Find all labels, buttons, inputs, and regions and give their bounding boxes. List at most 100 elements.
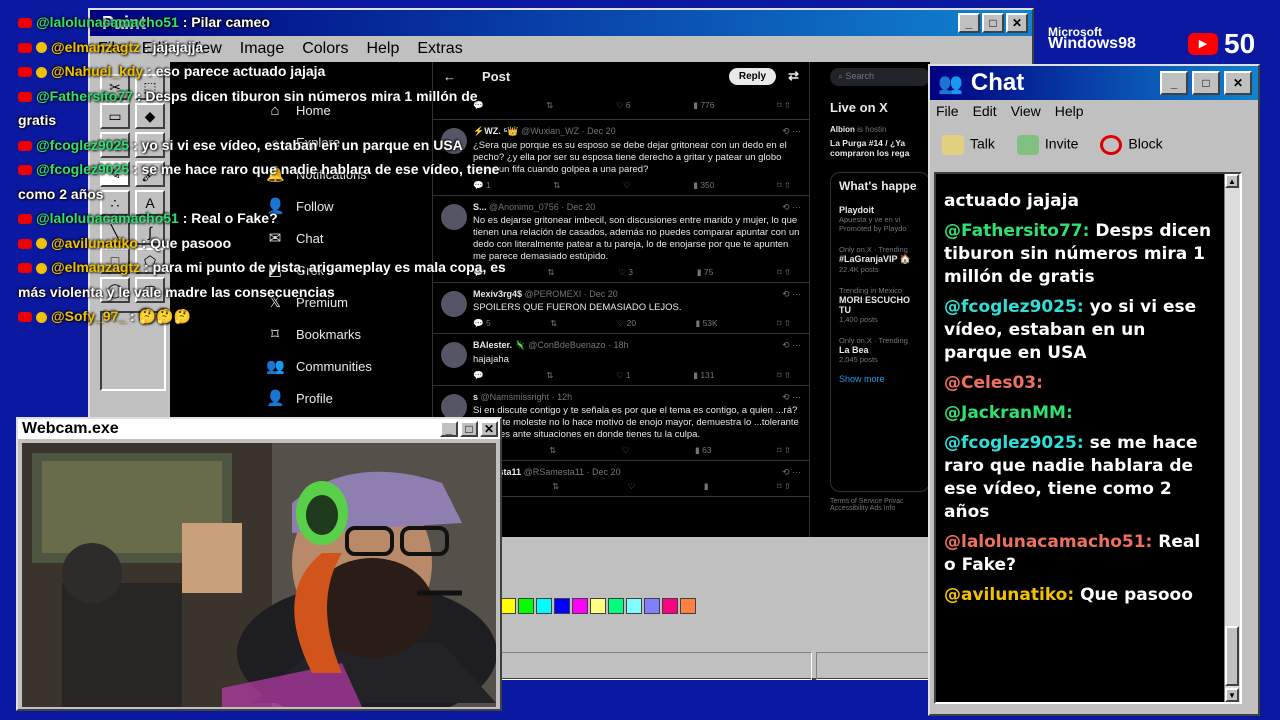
bookmark-icon[interactable]: ⌑ ⇧: [777, 180, 791, 191]
palette-swatch[interactable]: [572, 598, 588, 614]
live-text[interactable]: La Purga #14 / ¿Ya compraron los rega: [830, 138, 930, 158]
chat-menu-file[interactable]: File: [936, 103, 959, 119]
webcam-titlebar[interactable]: Webcam.exe _ □ ✕: [18, 419, 500, 439]
tweet-author[interactable]: BAlester. 🦎: [473, 340, 526, 350]
chat-username[interactable]: @lalolunacamacho51:: [944, 532, 1152, 552]
palette-swatch[interactable]: [554, 598, 570, 614]
like-icon[interactable]: ♡ 20: [617, 318, 636, 329]
palette-swatch[interactable]: [590, 598, 606, 614]
trend-item[interactable]: Only on X · Trending #LaGranjaVIP 🏠 22.4…: [839, 245, 921, 274]
trend-item[interactable]: Trending in Mexico MORI ESCUCHO TU 1,400…: [839, 286, 921, 324]
scroll-down-button[interactable]: ▼: [1225, 688, 1239, 702]
chat-menu-help[interactable]: Help: [1055, 103, 1084, 119]
chat-menu-edit[interactable]: Edit: [973, 103, 997, 119]
chat-log[interactable]: actuado jajaja @Fathersito77: Desps dicen…: [934, 172, 1242, 704]
more-icon[interactable]: ⟲ ···: [782, 289, 801, 300]
chat-minimize-button[interactable]: _: [1160, 71, 1188, 95]
repost-icon[interactable]: ⇅: [552, 481, 559, 492]
bookmark-icon[interactable]: ⌑ ⇧: [777, 445, 791, 456]
chat-username[interactable]: @fcoglez9025:: [944, 297, 1084, 317]
settings-icon[interactable]: ⇄: [788, 68, 799, 84]
views-icon[interactable]: ▮ 776: [693, 100, 714, 111]
invite-button[interactable]: Invite: [1016, 135, 1078, 155]
views-icon[interactable]: ▮ 53K: [696, 318, 718, 329]
nav-item-profile[interactable]: 👤 Profile: [266, 382, 426, 414]
bookmark-icon[interactable]: ⌑ ⇧: [777, 481, 791, 492]
reply-button[interactable]: Reply: [728, 67, 777, 85]
palette-swatch[interactable]: [518, 598, 534, 614]
repost-icon[interactable]: ⇅: [553, 180, 560, 191]
webcam-minimize-button[interactable]: _: [440, 421, 458, 437]
repost-icon[interactable]: ⇅: [546, 100, 553, 111]
repost-icon[interactable]: ⇅: [547, 267, 554, 278]
palette-swatch[interactable]: [644, 598, 660, 614]
repost-icon[interactable]: ⇅: [550, 318, 557, 329]
like-icon[interactable]: ♡ 6: [616, 100, 631, 111]
like-icon[interactable]: ♡: [622, 445, 630, 456]
tweet[interactable]: BAlester. 🦎 @ConBdeBuenazo · 18h ⟲ ··· ha…: [433, 334, 809, 386]
chat-username[interactable]: @Fathersito77:: [944, 221, 1089, 241]
trend-item[interactable]: Only on X · Trending La Bea 2,045 posts: [839, 336, 921, 364]
more-icon[interactable]: ⟲ ···: [782, 467, 801, 478]
palette-swatch[interactable]: [662, 598, 678, 614]
chat-username[interactable]: @JackranMM:: [944, 403, 1073, 423]
views-icon[interactable]: ▮ 350: [693, 180, 714, 191]
webcam-close-button[interactable]: ✕: [480, 421, 498, 437]
youtube-icon: [18, 312, 32, 323]
views-icon[interactable]: ▮: [704, 481, 709, 492]
bookmark-icon[interactable]: ⌑ ⇧: [777, 267, 791, 278]
views-icon[interactable]: ▮ 63: [695, 445, 712, 456]
webcam-maximize-button[interactable]: □: [460, 421, 478, 437]
views-icon[interactable]: ▮ 75: [697, 267, 714, 278]
scroll-up-button[interactable]: ▲: [1225, 174, 1239, 188]
footer-links[interactable]: Terms of Service Privac Accessibility Ad…: [830, 498, 930, 512]
palette-swatch[interactable]: [536, 598, 552, 614]
overlay-username: @fcoglez9025: [36, 136, 130, 153]
chat-username[interactable]: @avilunatiko:: [944, 585, 1074, 605]
like-icon[interactable]: ♡ 3: [618, 267, 633, 278]
repost-icon[interactable]: ⇅: [546, 370, 553, 381]
close-button[interactable]: ✕: [1006, 13, 1028, 33]
like-icon[interactable]: ♡: [623, 180, 631, 191]
chat-username[interactable]: @Celes03:: [944, 373, 1043, 393]
block-button[interactable]: Block: [1100, 135, 1163, 155]
search-input[interactable]: ⌕ Search: [830, 68, 930, 86]
palette-swatch[interactable]: [626, 598, 642, 614]
chat-titlebar[interactable]: 👥 Chat _ □ ✕: [930, 66, 1258, 100]
palette-swatch[interactable]: [608, 598, 624, 614]
chat-close-button[interactable]: ✕: [1224, 71, 1252, 95]
palette-swatch[interactable]: [680, 598, 696, 614]
chat-menu-view[interactable]: View: [1011, 103, 1041, 119]
more-icon[interactable]: ⟲ ···: [782, 202, 801, 213]
show-more-link[interactable]: Show more: [839, 374, 921, 384]
live-title: Live on X: [830, 100, 888, 115]
block-icon: [1100, 135, 1123, 155]
more-icon[interactable]: ⟲ ···: [782, 340, 801, 351]
bookmark-icon[interactable]: ⌑ ⇧: [777, 318, 791, 329]
chat-message: @avilunatiko: Que pasooo: [936, 584, 1224, 607]
chat-maximize-button[interactable]: □: [1192, 71, 1220, 95]
avatar[interactable]: [441, 342, 467, 368]
bookmark-icon[interactable]: ⌑ ⇧: [777, 100, 791, 111]
youtube-icon: [18, 140, 32, 151]
nav-item-communities[interactable]: 👥 Communities: [266, 350, 426, 382]
scroll-thumb[interactable]: [1225, 626, 1239, 686]
trend-item[interactable]: Playdoit Apuesta y ve en vi Promoted by …: [839, 205, 921, 233]
bookmark-icon[interactable]: ⌑ ⇧: [777, 370, 791, 381]
more-icon[interactable]: ⟲ ···: [782, 126, 801, 137]
chat-title: Chat: [970, 69, 1025, 96]
more-icon[interactable]: ⟲ ···: [782, 392, 801, 403]
chat-username[interactable]: @fcoglez9025:: [944, 433, 1084, 453]
like-icon[interactable]: ♡: [628, 481, 636, 492]
overlay-username: @elmanzagtz: [51, 38, 141, 55]
like-icon[interactable]: ♡ 1: [616, 370, 631, 381]
tweet-author[interactable]: s: [473, 392, 478, 402]
reply-icon[interactable]: 💬: [473, 370, 484, 381]
palette-swatch[interactable]: [500, 598, 516, 614]
repost-icon[interactable]: ⇅: [549, 445, 556, 456]
views-icon[interactable]: ▮ 131: [693, 370, 714, 381]
maximize-button[interactable]: □: [982, 13, 1004, 33]
chat-scrollbar[interactable]: ▲ ▼: [1224, 174, 1240, 702]
talk-button[interactable]: Talk: [942, 135, 995, 155]
minimize-button[interactable]: _: [958, 13, 980, 33]
